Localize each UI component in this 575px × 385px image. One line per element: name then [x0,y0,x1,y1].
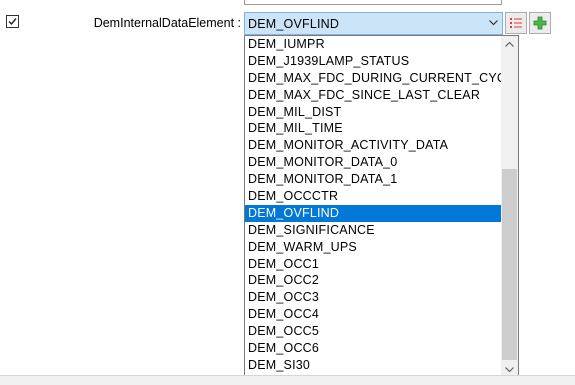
list-item[interactable]: DEM_MONITOR_DATA_0 [245,154,502,171]
dropdown-options: DEM_IUMPR DEM_J1939LAMP_STATUS DEM_MAX_FDC… [245,36,502,374]
chevron-up-icon [505,42,514,47]
list-item[interactable]: DEM_MONITOR_ACTIVITY_DATA [245,137,502,154]
previous-field-edge [244,0,502,5]
field-label: DemInternalDataElement : [93,16,241,30]
list-item[interactable]: DEM_WARM_UPS [245,239,502,256]
scrollbar-thumb[interactable] [502,169,517,360]
list-item[interactable]: DEM_MAX_FDC_SINCE_LAST_CLEAR [245,87,502,104]
list-item[interactable]: DEM_OCC5 [245,323,502,340]
list-item[interactable]: DEM_MONITOR_DATA_1 [245,171,502,188]
list-item[interactable]: DEM_J1939LAMP_STATUS [245,53,502,70]
combobox-selected-value: DEM_OVFLIND [248,17,340,31]
plus-icon [533,16,547,30]
list-button[interactable] [505,12,527,34]
list-item[interactable]: DEM_IUMPR [245,36,502,53]
list-item[interactable]: DEM_OCCCTR [245,188,502,205]
list-item[interactable]: DEM_SIGNIFICANCE [245,222,502,239]
list-item[interactable]: DEM_OCC6 [245,340,502,357]
list-item[interactable]: DEM_MAX_FDC_DURING_CURRENT_CYCLE [245,70,502,87]
chevron-down-icon [489,20,498,26]
list-item[interactable]: DEM_OCC2 [245,272,502,289]
list-item[interactable]: DEM_OCC1 [245,256,502,273]
list-item[interactable]: DEM_MIL_DIST [245,104,502,121]
list-item[interactable]: DEM_SI30 [245,357,502,374]
add-button[interactable] [529,12,551,34]
list-item[interactable]: DEM_OCC4 [245,306,502,323]
scroll-up-button[interactable] [501,36,518,53]
bottom-panel-edge [0,375,575,385]
list-icon [510,18,522,28]
enable-checkbox[interactable] [6,15,19,28]
chevron-down-icon [505,367,514,372]
list-item[interactable]: DEM_OCC3 [245,289,502,306]
dropdown-list[interactable]: DEM_IUMPR DEM_J1939LAMP_STATUS DEM_MAX_FDC… [244,35,519,379]
dropdown-scrollbar[interactable] [501,36,518,378]
list-item[interactable]: DEM_MIL_TIME [245,120,502,137]
internal-data-element-combobox[interactable]: DEM_OVFLIND [244,12,503,35]
checkmark-icon [8,18,17,26]
list-item-selected[interactable]: DEM_OVFLIND [245,204,502,222]
